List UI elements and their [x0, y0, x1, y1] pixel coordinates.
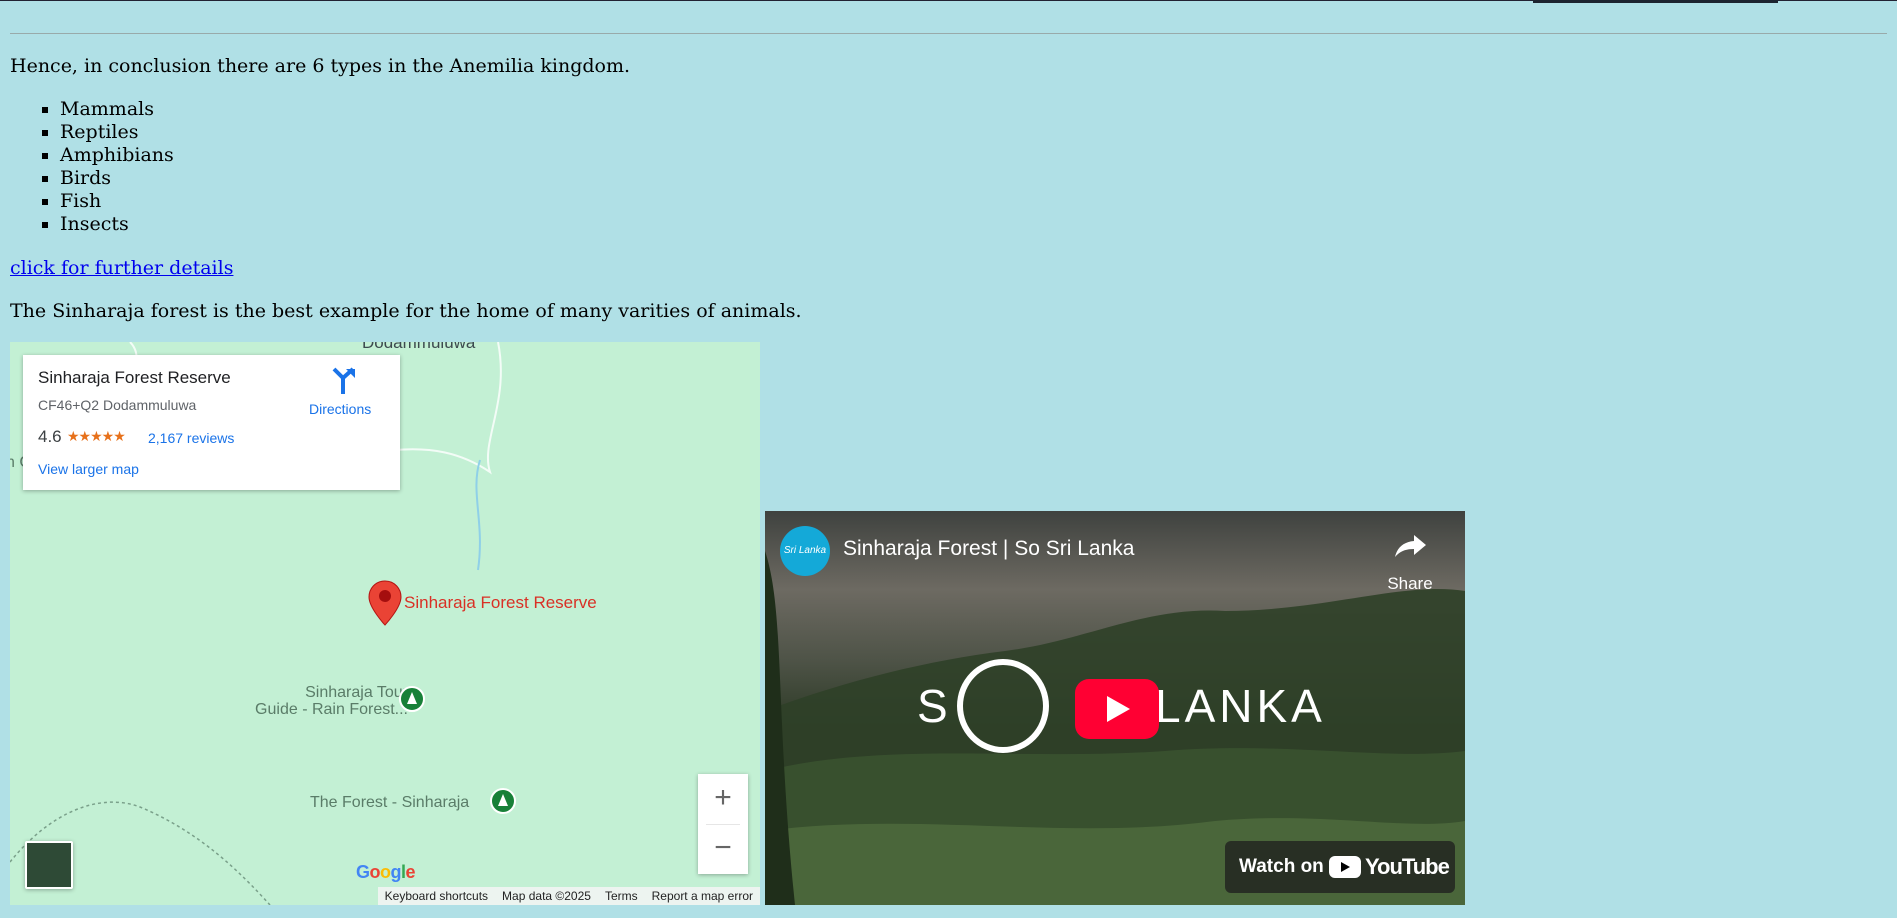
video-title[interactable]: Sinharaja Forest | So Sri Lanka — [843, 537, 1134, 561]
reviews-link[interactable]: 2,167 reviews — [148, 430, 234, 446]
pin-label[interactable]: Sinharaja Forest Reserve — [404, 593, 597, 613]
brand-text-left: S — [917, 680, 952, 732]
rating-stars: ★★★★★ — [67, 428, 126, 444]
place-address: CF46+Q2 Dodammuluwa — [38, 397, 197, 413]
share-label: Share — [1387, 574, 1433, 593]
park-icon[interactable] — [490, 788, 516, 814]
list-item: Birds — [60, 167, 174, 190]
view-larger-map-link[interactable]: View larger map — [38, 461, 139, 477]
report-error-link[interactable]: Report a map error — [645, 889, 760, 903]
map-place-label[interactable]: Sinharaja Tour Guide - Rain Forest... — [228, 684, 408, 718]
keyboard-shortcuts-link[interactable]: Keyboard shortcuts — [378, 889, 495, 903]
list-item: Fish — [60, 190, 174, 213]
place-info-card: Sinharaja Forest Reserve CF46+Q2 Dodammu… — [23, 355, 400, 490]
zoom-control: + − — [698, 774, 748, 874]
youtube-icon — [1329, 856, 1361, 878]
directions-icon[interactable] — [331, 367, 357, 395]
google-map-embed[interactable]: Dodammuluwa n G Sinharaja Forest Reserve… — [10, 342, 760, 905]
map-pin-icon[interactable] — [368, 580, 402, 626]
map-place-label: Dodammuluwa — [362, 342, 476, 352]
google-logo: Google — [356, 862, 416, 882]
intro-text: Hence, in conclusion there are 6 types i… — [10, 55, 631, 77]
directions-button[interactable]: Directions — [309, 401, 371, 417]
zoom-out-button[interactable]: − — [698, 824, 748, 874]
map-data-text: Map data ©2025 — [502, 889, 591, 903]
map-place-label[interactable]: The Forest - Sinharaja — [310, 794, 469, 811]
list-item: Reptiles — [60, 121, 174, 144]
brand-text-right: LANKA — [1155, 680, 1326, 732]
youtube-video-embed[interactable]: Sri Lanka Sinharaja Forest | So Sri Lank… — [765, 511, 1465, 905]
list-item: Amphibians — [60, 144, 174, 167]
channel-avatar[interactable]: Sri Lanka — [780, 526, 830, 576]
terms-link[interactable]: Terms — [598, 889, 645, 903]
further-details-link[interactable]: click for further details — [10, 257, 233, 279]
top-right-widget — [1533, 0, 1778, 3]
forest-text: The Sinharaja forest is the best example… — [10, 300, 802, 322]
rating-value: 4.6 — [38, 427, 62, 446]
divider — [10, 33, 1887, 34]
share-icon — [1395, 535, 1426, 557]
play-button[interactable] — [1075, 679, 1159, 739]
park-icon[interactable] — [399, 686, 425, 712]
watch-on-label: Watch on — [1239, 856, 1324, 877]
animal-types-list: Mammals Reptiles Amphibians Birds Fish I… — [10, 98, 174, 236]
map-attribution: Keyboard shortcuts Map data ©2025 Terms … — [377, 887, 760, 905]
satellite-layer-button[interactable] — [25, 841, 73, 889]
list-item: Mammals — [60, 98, 174, 121]
place-title: Sinharaja Forest Reserve — [38, 368, 231, 387]
watch-on-youtube-button[interactable]: Watch on YouTube — [1225, 841, 1455, 893]
zoom-in-button[interactable]: + — [698, 774, 748, 824]
youtube-wordmark: YouTube — [1365, 854, 1450, 879]
share-button[interactable]: Share — [1380, 529, 1440, 593]
brand-ring-logo — [957, 659, 1049, 753]
list-item: Insects — [60, 213, 174, 236]
